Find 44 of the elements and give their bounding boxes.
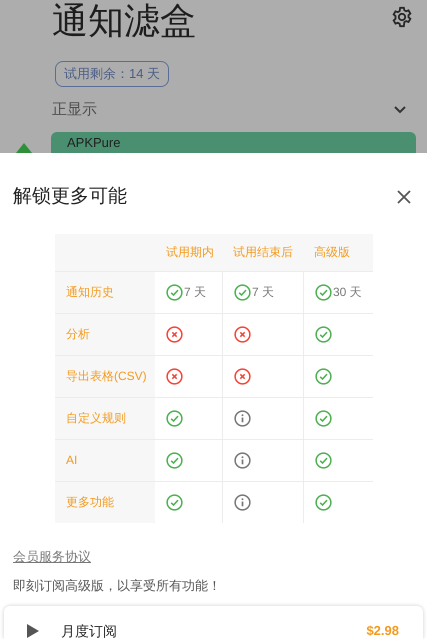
section-label: 正显示 [52,100,97,120]
sheet-title: 解锁更多可能 [13,185,127,209]
row-label: 自定义规则 [55,398,155,438]
cell-text: 7 天 [252,284,274,301]
plan-card[interactable]: 月度订阅 $2.98 [4,606,423,639]
check-icon [315,284,332,300]
plan-price: $2.98 [366,622,399,639]
check-icon [315,326,332,342]
row-label: AI [55,440,155,480]
column-header: 试用期内 [165,244,215,261]
check-icon [234,284,251,300]
cross-icon [234,368,251,384]
settings-icon[interactable] [391,6,413,28]
column-header: 高级版 [313,244,351,261]
check-icon [166,284,183,300]
cross-icon [234,326,251,342]
info-icon [234,452,251,468]
app-name: APKPure [67,136,122,150]
check-icon [166,410,183,426]
app-title: 通知滤盒 [52,0,196,43]
row-label: 导出表格(CSV) [55,356,155,396]
plan-name: 月度订阅 [61,622,117,639]
close-icon[interactable] [396,189,412,206]
trial-badge: 试用剩余：14 天 [55,61,170,87]
agreement-link[interactable]: 会员服务协议 [13,548,91,564]
info-icon [234,410,251,426]
check-icon [315,368,332,384]
row-label: 更多功能 [55,482,155,522]
cross-icon [166,368,183,384]
info-icon [234,494,251,510]
play-icon [26,623,40,639]
check-icon [166,452,183,468]
row-label: 通知历史 [55,272,155,312]
cross-icon [166,326,183,342]
check-icon [166,494,183,510]
cell-text: 7 天 [184,284,206,301]
row-label: 分析 [55,314,155,354]
check-icon [315,410,332,426]
check-icon [315,452,332,468]
check-icon [315,494,332,510]
cell-text: 30 天 [333,284,362,301]
column-header: 试用结束后 [232,244,294,261]
app-card[interactable]: APKPure [51,132,416,153]
pitch-text: 即刻订阅高级版，以享受所有功能！ [13,576,222,594]
